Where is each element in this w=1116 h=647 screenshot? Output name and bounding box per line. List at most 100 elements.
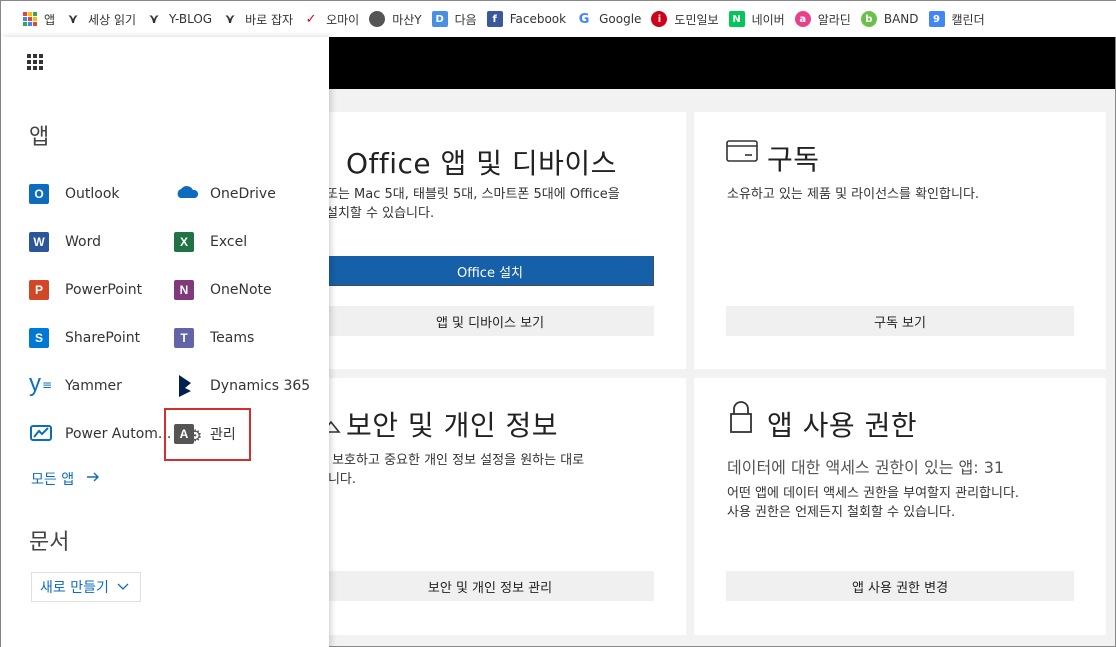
onedrive-icon: [174, 182, 199, 206]
app-item[interactable]: Dynamics 365: [174, 372, 310, 400]
bookmark-item[interactable]: ⋎ 바로 잡자: [222, 1, 303, 37]
calendar-icon: 9: [928, 11, 945, 27]
security-title: 보안 및 개인 정보: [346, 409, 559, 442]
all-apps-link[interactable]: 모든 앱: [31, 469, 100, 489]
documents-heading: 문서: [29, 530, 70, 555]
app-item[interactable]: X Excel: [174, 228, 247, 256]
word-icon: W: [29, 230, 53, 254]
change-app-permissions-button[interactable]: 앱 사용 권한 변경: [726, 571, 1074, 601]
app-item[interactable]: N OneNote: [174, 276, 272, 304]
install-office-button[interactable]: Office 설치: [326, 256, 654, 286]
bookmark-label: 마산Y: [392, 12, 422, 27]
app-label: Teams: [210, 330, 255, 346]
view-apps-devices-button[interactable]: 앱 및 디바이스 보기: [326, 306, 654, 336]
tistory-icon: ⋎: [148, 11, 160, 27]
new-document-label: 새로 만들기: [40, 580, 109, 596]
app-item[interactable]: T Teams: [174, 324, 254, 352]
bookmark-label: 바로 잡자: [245, 12, 294, 27]
app-permissions-count: 데이터에 대한 액세스 권한이 있는 앱: 31: [727, 458, 1005, 477]
facebook-icon: f: [486, 11, 503, 27]
app-label: Power Autom...: [65, 426, 172, 442]
admin-highlight-box: [164, 408, 251, 461]
app-label: PowerPoint: [65, 282, 143, 298]
subscription-card: 구독 소유하고 있는 제품 및 라이선스를 확인합니다. 구독 보기: [694, 112, 1106, 369]
bookmark-item[interactable]: a 알라딘: [794, 1, 861, 37]
bookmark-label: 알라딘: [817, 12, 851, 27]
app-item[interactable]: y ≡ Yammer: [29, 370, 122, 400]
bookmark-item[interactable]: 9 캘린더: [928, 1, 995, 37]
app-label: OneDrive: [210, 186, 276, 202]
manage-security-button[interactable]: 보안 및 개인 정보 관리: [326, 571, 654, 601]
app-permissions-card: 앱 사용 권한 데이터에 대한 액세스 권한이 있는 앱: 31 어떤 앱에 데…: [694, 378, 1106, 635]
outlook-icon: O: [29, 182, 53, 206]
bookmark-label: 캘린더: [951, 12, 985, 27]
bookmark-item[interactable]: i 도민일보: [651, 1, 728, 37]
app-item[interactable]: OneDrive: [174, 180, 276, 208]
app-item[interactable]: Power Autom...: [29, 420, 171, 448]
bookmarks-bar: 앱 ⋎ 세상 읽기 ⋎ Y-BLOG ⋎ 바로 잡자 ✓ 오마이 ● 마산Y D 다음 f Facebook…: [1, 1, 1116, 37]
power-automate-icon: [29, 422, 53, 446]
app-permissions-desc-2: 사용 권한은 언제든지 철회할 수 있습니다.: [727, 505, 956, 520]
bookmark-item[interactable]: ⋎ 세상 읽기: [65, 1, 146, 37]
bookmark-item[interactable]: ⋎ Y-BLOG: [146, 1, 222, 37]
office-apps-desc-2: 설치할 수 있습니다.: [326, 206, 435, 221]
arrow-right-icon: [86, 471, 100, 487]
app-label: Excel: [210, 234, 248, 250]
bookmark-item[interactable]: G Google: [576, 1, 651, 37]
onenote-icon: N: [174, 278, 198, 302]
tistory-icon: ⋎: [224, 11, 236, 27]
office-apps-title: Office 앱 및 디바이스: [346, 147, 617, 180]
excel-icon: X: [174, 230, 198, 254]
ohmy-icon: ✓: [305, 11, 317, 27]
bookmark-label: 오마이: [326, 12, 360, 27]
chevron-down-icon: [117, 579, 129, 595]
bookmark-label: 앱: [44, 12, 56, 27]
app-label: Dynamics 365: [210, 378, 311, 394]
yammer-icon: y ≡: [29, 370, 53, 397]
app-item[interactable]: P PowerPoint: [29, 276, 142, 304]
bookmark-item[interactable]: N 네이버: [728, 1, 795, 37]
daum-icon: D: [431, 11, 448, 27]
aladin-icon: a: [794, 11, 811, 27]
bookmark-label: 세상 읽기: [88, 12, 137, 27]
dynamics-icon: [174, 374, 198, 398]
bookmark-item[interactable]: D 다음: [431, 1, 487, 37]
new-document-button[interactable]: 새로 만들기: [31, 572, 141, 602]
naver-icon: N: [728, 11, 745, 27]
app-launcher-waffle-icon[interactable]: [27, 54, 43, 70]
security-desc-1: 를 보호하고 중요한 개인 정보 설정을 원하는 대로: [316, 453, 585, 468]
suite-header-bar: [329, 37, 1115, 89]
band-icon: b: [860, 11, 877, 27]
bookmark-label: 네이버: [751, 12, 785, 27]
bookmark-label: Facebook: [509, 12, 567, 26]
google-icon: G: [578, 11, 590, 27]
subscription-title: 구독: [767, 143, 820, 176]
app-permissions-title: 앱 사용 권한: [767, 409, 918, 442]
view-subscription-button[interactable]: 구독 보기: [726, 306, 1074, 336]
app-item[interactable]: O Outlook: [29, 180, 120, 208]
app-item[interactable]: S SharePoint: [29, 324, 140, 352]
bookmark-item[interactable]: f Facebook: [486, 1, 576, 37]
app-label: Yammer: [65, 378, 122, 394]
tistory-icon: ⋎: [67, 11, 79, 27]
bookmark-item[interactable]: ✓ 오마이: [303, 1, 369, 37]
info-icon: i: [651, 11, 668, 27]
apps-heading: 앱: [29, 125, 50, 150]
app-launcher-panel: 앱 O Outlook OneDrive W Word X Excel P PowerPoint…: [1, 37, 329, 647]
bookmark-item[interactable]: ● 마산Y: [369, 1, 431, 37]
app-label: OneNote: [210, 282, 272, 298]
bookmark-label: 다음: [454, 12, 477, 27]
subscription-desc: 소유하고 있는 제품 및 라이선스를 확인합니다.: [727, 187, 980, 202]
bookmark-item[interactable]: b BAND: [860, 1, 929, 37]
sharepoint-icon: S: [29, 326, 53, 350]
app-label: Outlook: [65, 186, 120, 202]
credit-card-icon: [726, 140, 758, 166]
bookmark-item[interactable]: 앱: [23, 1, 65, 37]
globe-icon: ●: [369, 11, 386, 27]
bookmark-label: BAND: [883, 12, 919, 26]
app-label: SharePoint: [65, 330, 141, 346]
office-apps-desc-1: 또는 Mac 5대, 태블릿 5대, 스마트폰 5대에 Office을: [326, 187, 620, 202]
bookmark-label: Y-BLOG: [169, 12, 213, 26]
app-item[interactable]: W Word: [29, 228, 101, 256]
app-permissions-desc-1: 어떤 앱에 데이터 액세스 권한을 부여할지 관리합니다.: [727, 486, 1020, 501]
